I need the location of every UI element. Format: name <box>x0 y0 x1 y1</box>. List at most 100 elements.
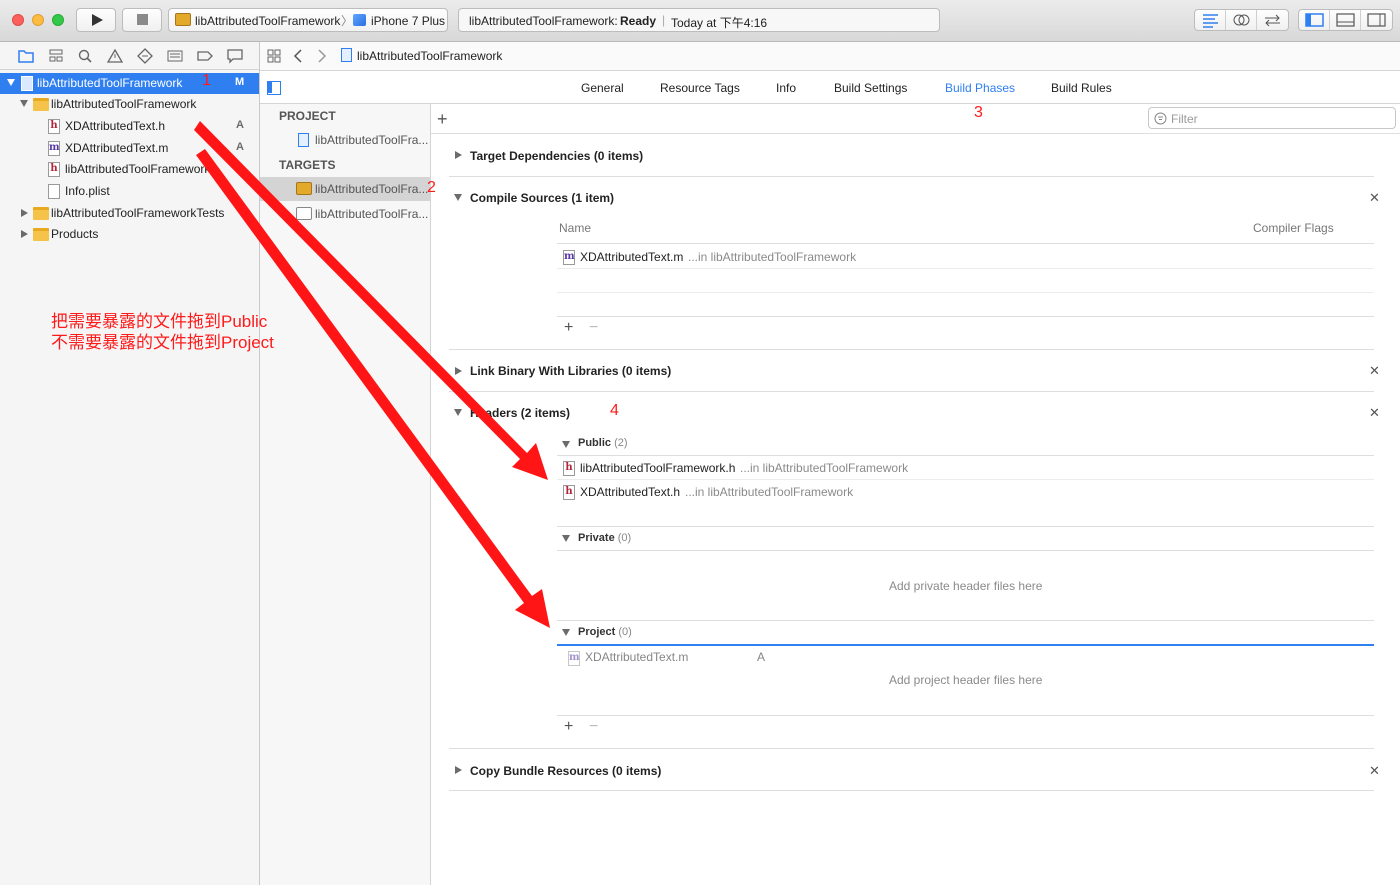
stop-button[interactable] <box>122 8 162 32</box>
tab-build-settings[interactable]: Build Settings <box>834 81 907 95</box>
public-header-row[interactable]: h libAttributedToolFramework.h ...in lib… <box>557 456 1374 480</box>
tree-item-project[interactable]: libAttributedToolFramework M <box>0 73 259 94</box>
file-location: ...in libAttributedToolFramework <box>740 461 909 475</box>
add-source-button[interactable]: + <box>564 319 573 337</box>
delete-phase-button[interactable]: ✕ <box>1369 190 1380 206</box>
expand-dependencies-icon[interactable] <box>455 151 462 159</box>
project-navigator-tab[interactable] <box>17 48 35 64</box>
iphone-icon <box>353 14 366 26</box>
stop-icon <box>137 14 148 25</box>
disclosure-triangle-icon[interactable] <box>21 230 28 238</box>
phase-title-dependencies[interactable]: Target Dependencies (0 items) <box>470 149 643 163</box>
find-navigator-tab[interactable] <box>76 48 94 64</box>
phase-title-headers[interactable]: Headers (2 items) <box>470 406 570 420</box>
add-build-phase-button[interactable]: + <box>437 109 448 130</box>
public-headers-label[interactable]: Public (2) <box>578 437 628 449</box>
show-targets-list-button[interactable] <box>267 81 281 95</box>
folder-icon <box>33 207 49 220</box>
jump-bar-path[interactable]: libAttributedToolFramework <box>357 49 502 63</box>
implementation-file-icon: m <box>48 141 60 156</box>
test-navigator-tab[interactable] <box>136 48 154 64</box>
target-list-item-framework[interactable]: libAttributedToolFra... <box>260 177 430 201</box>
compile-source-row[interactable]: m XDAttributedText.m ...in libAttributed… <box>557 245 1374 269</box>
assistant-editor-button[interactable] <box>1226 10 1257 30</box>
tab-build-phases[interactable]: Build Phases <box>945 81 1015 95</box>
back-button[interactable] <box>293 48 303 67</box>
version-editor-button[interactable] <box>1257 10 1288 30</box>
disclosure-triangle-icon[interactable] <box>21 209 28 217</box>
run-button[interactable] <box>76 8 116 32</box>
status-state: Ready <box>620 14 657 28</box>
tree-item-label: Info.plist <box>65 184 110 198</box>
hierarchy-icon <box>49 49 63 62</box>
window-toolbar: libAttributedToolFramework 〉 iPhone 7 Pl… <box>0 0 1400 42</box>
phase-title-copy-bundle[interactable]: Copy Bundle Resources (0 items) <box>470 764 661 778</box>
tree-item-umbrella-header[interactable]: h libAttributedToolFramework <box>0 159 259 180</box>
tab-build-rules[interactable]: Build Rules <box>1051 81 1112 95</box>
annotation-number-2: 2 <box>427 179 436 196</box>
collapse-project-icon[interactable] <box>562 629 570 636</box>
column-header-name[interactable]: Name <box>559 221 591 235</box>
scheme-selector[interactable]: libAttributedToolFramework 〉 iPhone 7 Pl… <box>168 8 448 32</box>
scheme-name[interactable]: libAttributedToolFramework <box>195 14 340 28</box>
remove-header-button[interactable]: − <box>589 718 598 736</box>
toggle-debug-area-button[interactable] <box>1330 10 1361 30</box>
report-navigator-tab[interactable] <box>226 48 244 64</box>
delete-phase-button[interactable]: ✕ <box>1369 763 1380 779</box>
tree-item-group-framework[interactable]: libAttributedToolFramework <box>0 94 259 115</box>
collapse-compile-icon[interactable] <box>454 194 462 201</box>
filter-field[interactable]: Filter <box>1148 107 1396 129</box>
phase-title-link-binary[interactable]: Link Binary With Libraries (0 items) <box>470 364 671 378</box>
project-drop-placeholder[interactable]: Add project header files here <box>889 673 1042 687</box>
debug-navigator-tab[interactable] <box>166 48 184 64</box>
toggle-utilities-button[interactable] <box>1361 10 1392 30</box>
project-headers-label[interactable]: Project (0) <box>578 626 632 638</box>
expand-link-icon[interactable] <box>455 367 462 375</box>
implementation-file-icon: m <box>563 250 575 265</box>
tree-item-file-h[interactable]: h XDAttributedText.h A <box>0 116 259 137</box>
related-items-button[interactable] <box>267 49 281 66</box>
remove-source-button[interactable]: − <box>589 319 598 337</box>
targets-list: PROJECT libAttributedToolFra... TARGETS … <box>260 104 431 885</box>
private-headers-label[interactable]: Private (0) <box>578 532 631 544</box>
target-list-item-tests[interactable]: libAttributedToolFra... <box>260 202 430 226</box>
column-header-compiler-flags[interactable]: Compiler Flags <box>1253 221 1334 235</box>
sidebar-icon <box>268 82 272 93</box>
private-drop-placeholder[interactable]: Add private header files here <box>889 579 1042 593</box>
project-list-item[interactable]: libAttributedToolFra... <box>260 128 430 152</box>
zoom-window-button[interactable] <box>52 14 64 26</box>
issue-navigator-tab[interactable] <box>106 48 124 64</box>
grid-icon <box>267 49 281 63</box>
folder-icon <box>33 98 49 111</box>
add-header-button[interactable]: + <box>564 718 573 736</box>
annotation-number-1: 1 <box>202 72 211 89</box>
standard-editor-button[interactable] <box>1195 10 1226 30</box>
gauge-icon <box>167 50 183 62</box>
expand-copy-resources-icon[interactable] <box>455 766 462 774</box>
minimize-window-button[interactable] <box>32 14 44 26</box>
toggle-navigator-button[interactable] <box>1299 10 1330 30</box>
delete-phase-button[interactable]: ✕ <box>1369 405 1380 421</box>
collapse-headers-icon[interactable] <box>454 409 462 416</box>
tree-item-group-products[interactable]: Products <box>0 224 259 245</box>
tab-resource-tags[interactable]: Resource Tags <box>660 81 740 95</box>
tab-general[interactable]: General <box>581 81 624 95</box>
tab-info[interactable]: Info <box>776 81 796 95</box>
filter-icon <box>1154 112 1167 125</box>
breakpoint-navigator-tab[interactable] <box>196 48 214 64</box>
symbol-navigator-tab[interactable] <box>47 48 65 64</box>
phase-title-compile-sources[interactable]: Compile Sources (1 item) <box>470 191 614 205</box>
collapse-private-icon[interactable] <box>562 535 570 542</box>
delete-phase-button[interactable]: ✕ <box>1369 363 1380 379</box>
device-name[interactable]: iPhone 7 Plus <box>371 14 445 28</box>
tree-item-file-m[interactable]: m XDAttributedText.m A <box>0 138 259 159</box>
forward-button[interactable] <box>317 48 327 67</box>
disclosure-triangle-icon[interactable] <box>20 100 28 107</box>
collapse-public-icon[interactable] <box>562 441 570 448</box>
disclosure-triangle-icon[interactable] <box>7 79 15 86</box>
tree-item-group-tests[interactable]: libAttributedToolFrameworkTests <box>0 203 259 224</box>
tree-item-info-plist[interactable]: Info.plist <box>0 181 259 202</box>
public-header-row[interactable]: h XDAttributedText.h ...in libAttributed… <box>557 480 1374 504</box>
close-window-button[interactable] <box>12 14 24 26</box>
speech-bubble-icon <box>227 49 243 64</box>
